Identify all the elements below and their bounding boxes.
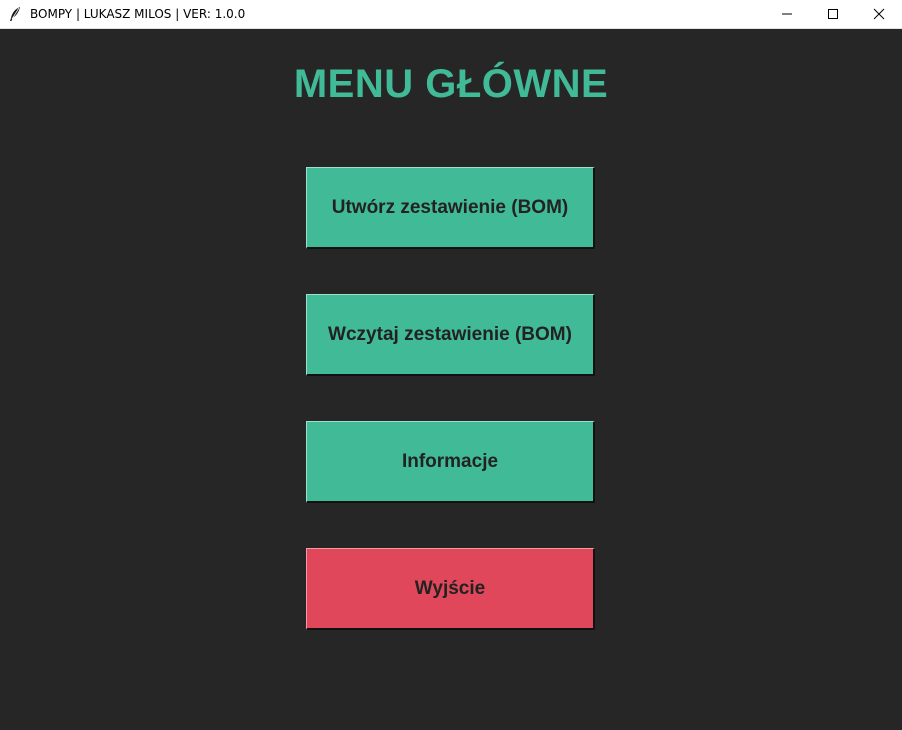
title-bar[interactable]: BOMPY | LUKASZ MILOS | VER: 1.0.0 — [0, 0, 902, 29]
feather-icon — [8, 6, 22, 22]
page-title: MENU GŁÓWNE — [293, 62, 609, 106]
window-title: BOMPY | LUKASZ MILOS | VER: 1.0.0 — [30, 7, 246, 21]
load-bom-button[interactable]: Wczytaj zestawienie (BOM) — [306, 294, 595, 376]
info-button[interactable]: Informacje — [306, 421, 595, 503]
minimize-icon — [782, 13, 792, 15]
create-bom-button[interactable]: Utwórz zestawienie (BOM) — [306, 167, 595, 249]
close-button[interactable] — [856, 0, 902, 28]
maximize-button[interactable] — [810, 0, 856, 28]
maximize-icon — [828, 9, 838, 19]
close-icon — [873, 8, 885, 20]
minimize-button[interactable] — [764, 0, 810, 28]
exit-button[interactable]: Wyjście — [306, 548, 595, 630]
app-window: BOMPY | LUKASZ MILOS | VER: 1.0.0 MENU G… — [0, 0, 902, 730]
